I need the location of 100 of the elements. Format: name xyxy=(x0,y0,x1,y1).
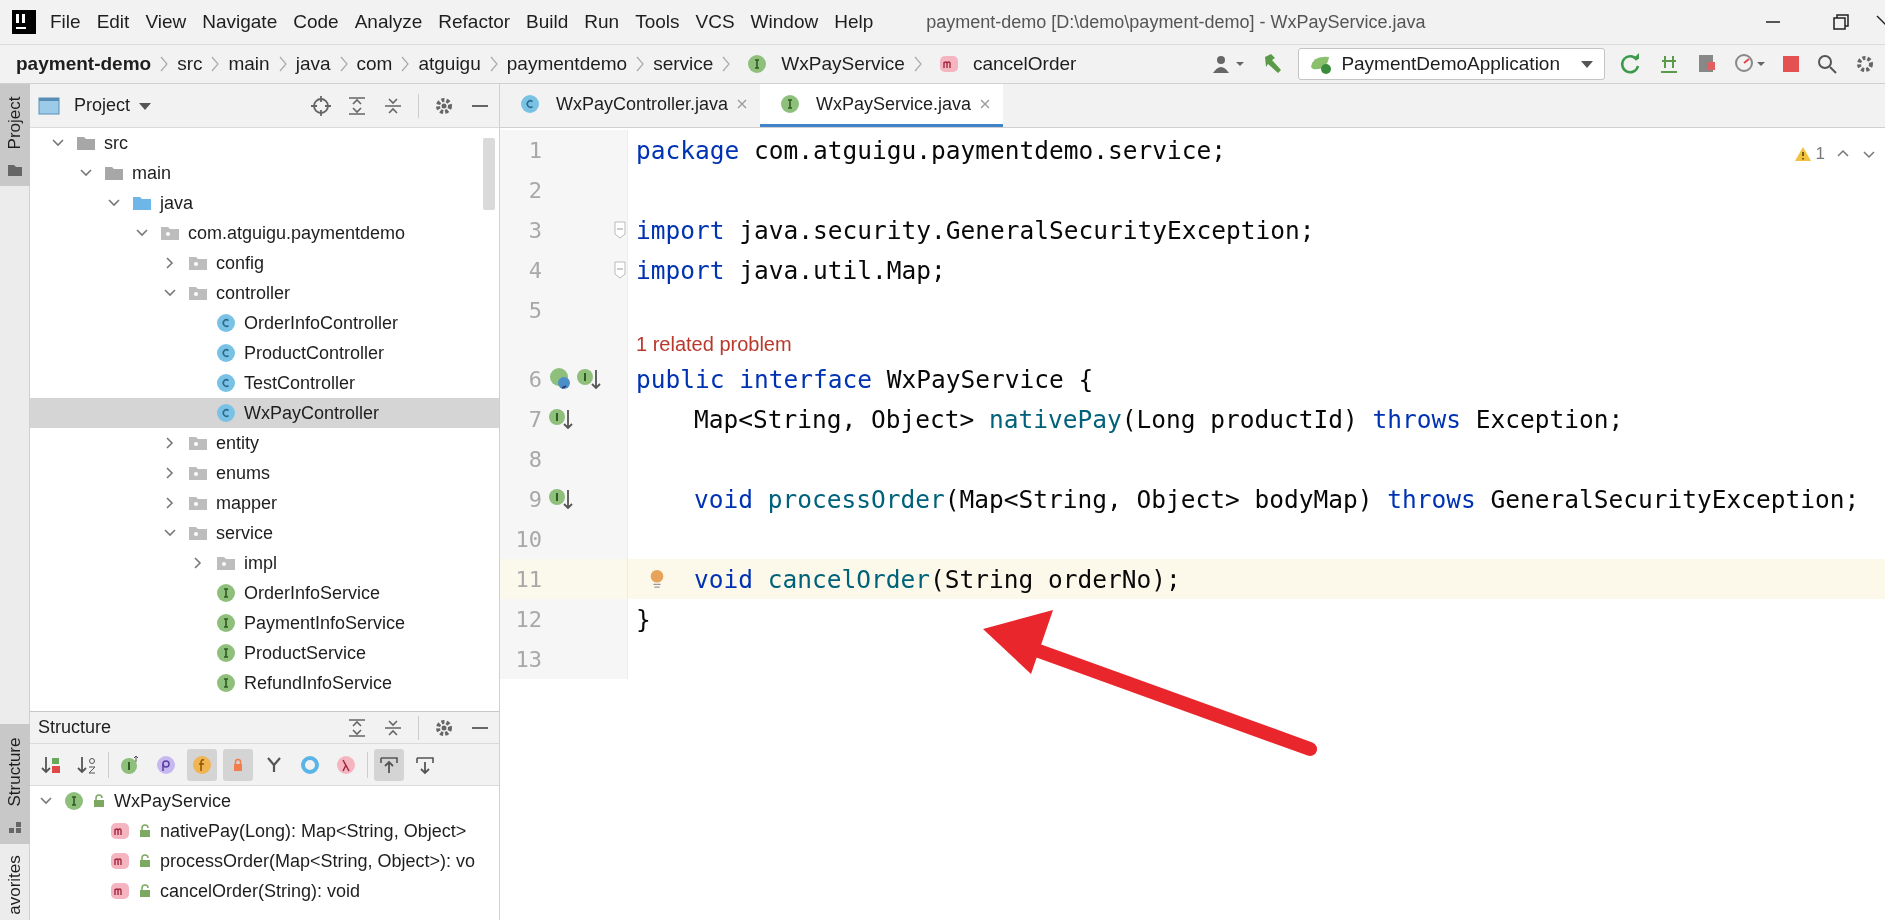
project-view-icon xyxy=(38,95,60,116)
editor-tab[interactable]: WxPayService.java xyxy=(760,84,1004,127)
interface-icon xyxy=(216,583,236,603)
tree-item[interactable]: enums xyxy=(30,458,499,488)
breadcrumb[interactable]: service xyxy=(653,53,714,75)
tree-item[interactable]: RefundInfoService xyxy=(30,668,499,698)
tree-item[interactable]: ProductController xyxy=(30,338,499,368)
tree-item[interactable]: config xyxy=(30,248,499,278)
lambdas-icon xyxy=(335,753,357,776)
toolbar-toggle[interactable] xyxy=(374,748,404,781)
line-number: 2 xyxy=(527,177,542,203)
restore-window-icon[interactable] xyxy=(1831,12,1851,32)
panel-title[interactable]: Project xyxy=(74,95,131,116)
breadcrumb[interactable]: cancelOrder xyxy=(930,53,1077,75)
toolbar-toggle[interactable] xyxy=(187,748,217,781)
tree-item[interactable]: entity xyxy=(30,428,499,458)
method-icon xyxy=(110,851,130,871)
tree-item[interactable]: TestController xyxy=(30,368,499,398)
menu-item[interactable]: Tools xyxy=(627,11,688,33)
menu-item[interactable]: Run xyxy=(576,11,628,33)
breadcrumb[interactable]: payment-demo xyxy=(16,53,152,75)
implementing-marker-icon[interactable] xyxy=(548,486,574,512)
editor-tab[interactable]: WxPayController.java xyxy=(500,84,761,127)
menu-item[interactable]: Navigate xyxy=(194,11,286,33)
method-icon xyxy=(938,54,959,74)
tree-label: config xyxy=(216,252,265,274)
expand-all-icon[interactable] xyxy=(346,716,368,739)
breadcrumb-separator-icon xyxy=(277,54,288,74)
fold-marker-icon[interactable] xyxy=(613,220,627,240)
menu-item[interactable]: Analyze xyxy=(346,11,431,33)
tree-item[interactable]: main xyxy=(30,158,499,188)
class-icon xyxy=(216,373,236,393)
tree-label: ProductService xyxy=(244,642,367,664)
breadcrumb[interactable]: paymentdemo xyxy=(506,53,628,75)
implementing-marker-icon[interactable] xyxy=(548,406,574,432)
scrollbar-thumb[interactable] xyxy=(483,138,495,210)
locate-icon[interactable] xyxy=(310,94,332,117)
breadcrumb[interactable]: atguigu xyxy=(418,53,481,75)
menu-item[interactable]: VCS xyxy=(687,11,743,33)
tree-item[interactable]: WxPayService xyxy=(30,786,499,816)
breadcrumb-separator-icon xyxy=(635,54,646,74)
menu-item[interactable]: Help xyxy=(826,11,882,33)
tree-item[interactable]: mapper xyxy=(30,488,499,518)
run-configuration-dropdown[interactable]: PaymentDemoApplication xyxy=(1298,48,1605,80)
tree-item[interactable]: service xyxy=(30,518,499,548)
project-tool-window-tab[interactable]: Project xyxy=(0,84,30,186)
stop-icon[interactable] xyxy=(1781,54,1801,74)
tree-item[interactable]: com.atguigu.paymentdemo xyxy=(30,218,499,248)
fold-marker-icon[interactable] xyxy=(613,260,627,280)
tree-label: WxPayController xyxy=(244,402,380,424)
warning-count[interactable]: 1 xyxy=(1793,144,1825,164)
breadcrumb-separator-icon xyxy=(159,54,170,74)
tree-item[interactable]: PaymentInfoService xyxy=(30,608,499,638)
breadcrumb[interactable]: src xyxy=(177,53,203,75)
code-line: import java.security.GeneralSecurityException; xyxy=(635,215,1315,245)
interface-icon xyxy=(747,54,768,74)
structure-tool-window-tab[interactable]: Structure xyxy=(0,724,30,844)
interface-icon xyxy=(780,94,801,114)
close-icon[interactable] xyxy=(736,98,749,110)
breadcrumb[interactable]: main xyxy=(228,53,270,75)
code-line: } xyxy=(635,604,651,634)
close-icon[interactable] xyxy=(979,98,992,110)
tree-label: mapper xyxy=(216,492,278,514)
line-number: 7 xyxy=(527,406,542,432)
breadcrumb[interactable]: com xyxy=(356,53,393,75)
tree-item[interactable]: java xyxy=(30,188,499,218)
implementing-marker-icon[interactable] xyxy=(576,366,602,392)
line-number: 12 xyxy=(514,606,542,632)
menu-item[interactable]: Window xyxy=(742,11,827,33)
inlay-hint[interactable]: 1 related problem xyxy=(628,333,792,356)
tree-item[interactable]: WxPayController xyxy=(30,398,499,428)
tree-item[interactable]: ProductService xyxy=(30,638,499,668)
menu-item[interactable]: Build xyxy=(518,11,577,33)
menu-item[interactable]: Refactor xyxy=(430,11,519,33)
code-line: import java.util.Map; xyxy=(635,255,946,285)
toolbar-toggle[interactable] xyxy=(223,748,253,781)
tree-item[interactable]: src xyxy=(30,128,499,158)
tree-item[interactable]: controller xyxy=(30,278,499,308)
tree-item[interactable]: OrderInfoController xyxy=(30,308,499,338)
tree-label: com.atguigu.paymentdemo xyxy=(188,222,406,244)
expand-all-icon[interactable] xyxy=(346,94,368,117)
tree-item[interactable]: nativePay(Long): Map<String, Object> xyxy=(30,816,499,846)
line-number: 13 xyxy=(514,646,542,672)
breadcrumb[interactable]: WxPayService xyxy=(739,53,905,75)
search-icon[interactable] xyxy=(1815,52,1839,76)
tree-label: OrderInfoService xyxy=(244,582,381,604)
tree-item[interactable]: OrderInfoService xyxy=(30,578,499,608)
favorites-tool-window-tab[interactable]: avorites xyxy=(0,844,30,920)
breadcrumb-separator-icon xyxy=(400,54,411,74)
breadcrumb[interactable]: java xyxy=(295,53,331,75)
tree-item[interactable]: processOrder(Map<String, Object>): vo xyxy=(30,846,499,876)
tree-item[interactable]: cancelOrder(String): void xyxy=(30,876,499,906)
menu-item[interactable]: View xyxy=(137,11,195,33)
menu-item[interactable]: Edit xyxy=(88,11,138,33)
window-title: payment-demo [D:\demo\payment-demo] - WxPayService.java xyxy=(926,11,1427,33)
menu-item[interactable]: File xyxy=(42,11,89,33)
user-icon[interactable] xyxy=(1212,53,1247,75)
method-icon xyxy=(110,821,130,841)
tree-item[interactable]: impl xyxy=(30,548,499,578)
menu-item[interactable]: Code xyxy=(285,11,347,33)
